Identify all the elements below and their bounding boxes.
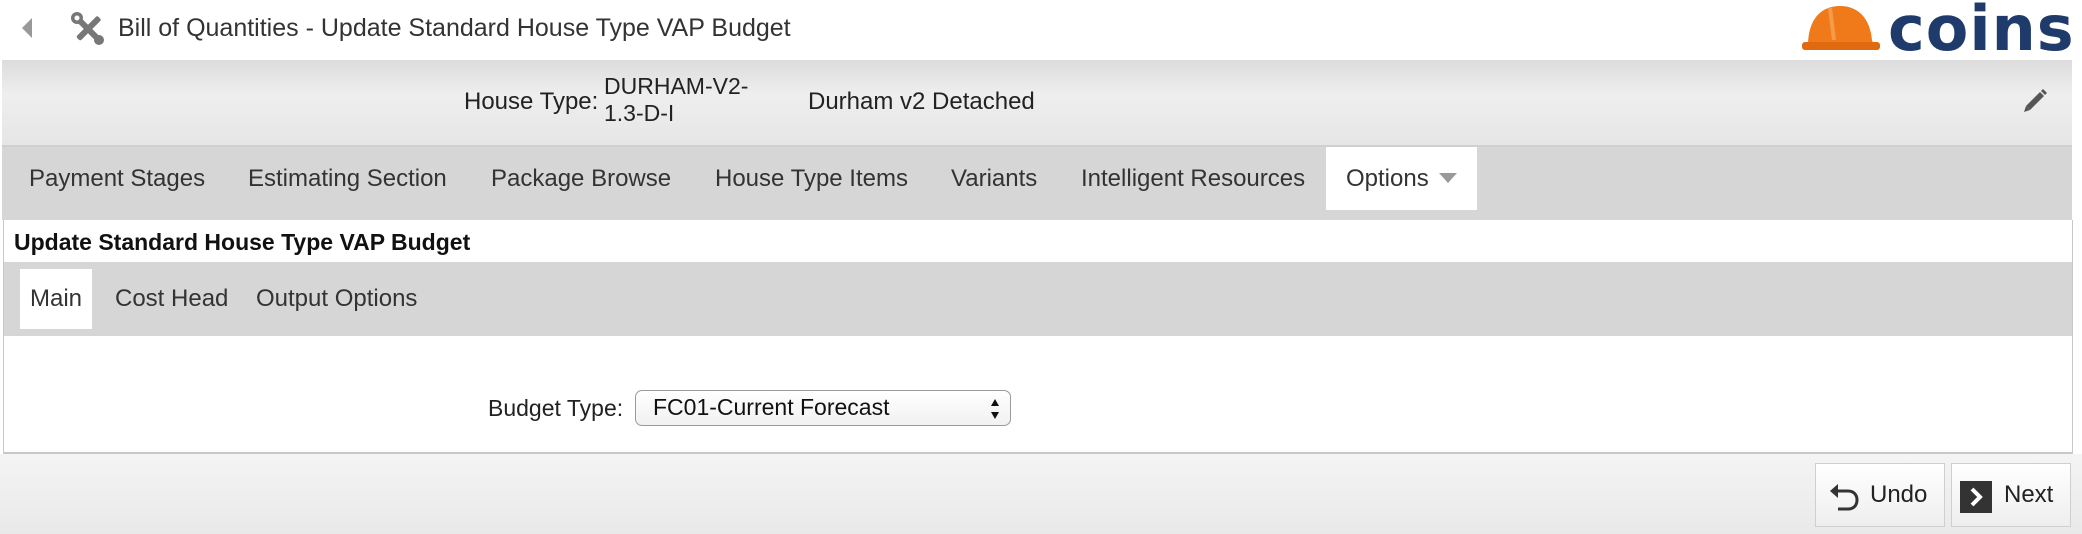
subtab-cost-head[interactable]: Cost Head xyxy=(115,269,228,329)
select-arrows-icon xyxy=(991,399,999,419)
tab-options[interactable]: Options xyxy=(1326,147,1477,210)
app-title: Bill of Quantities - Update Standard Hou… xyxy=(118,14,791,42)
subtab-main[interactable]: Main xyxy=(20,269,93,329)
sub-tab-bar: Main Cost Head Output Options xyxy=(4,262,2072,336)
tab-payment-stages[interactable]: Payment Stages xyxy=(29,147,205,210)
tab-options-label: Options xyxy=(1346,165,1429,192)
tools-icon xyxy=(71,12,104,45)
tab-variants[interactable]: Variants xyxy=(951,147,1037,210)
coins-logo: coins xyxy=(1800,0,2074,65)
house-type-name: Durham v2 Detached xyxy=(808,88,1035,115)
pencil-icon[interactable] xyxy=(2020,86,2050,116)
brand-name: coins xyxy=(1888,0,2075,65)
main-tab-bar: Payment Stages Estimating Section Packag… xyxy=(2,147,2072,220)
house-type-header: House Type: DURHAM-V2-1.3-D-I Durham v2 … xyxy=(2,60,2072,147)
update-budget-section: Update Standard House Type VAP Budget Ma… xyxy=(3,220,2073,454)
title-bar: Bill of Quantities - Update Standard Hou… xyxy=(0,0,2082,65)
tab-estimating-section[interactable]: Estimating Section xyxy=(248,147,447,210)
section-title: Update Standard House Type VAP Budget xyxy=(14,229,471,255)
house-type-label: House Type: xyxy=(464,88,599,115)
undo-label: Undo xyxy=(1870,481,1928,508)
tab-package-browse[interactable]: Package Browse xyxy=(491,147,671,210)
subtab-output-options[interactable]: Output Options xyxy=(256,269,417,329)
budget-type-label: Budget Type: xyxy=(488,395,624,421)
undo-button[interactable]: Undo xyxy=(1815,463,1945,527)
chevron-down-icon xyxy=(1438,172,1457,183)
next-icon xyxy=(1960,481,1992,513)
tab-intelligent-resources[interactable]: Intelligent Resources xyxy=(1081,147,1305,210)
budget-type-value: FC01-Current Forecast xyxy=(653,394,890,420)
back-arrow-icon[interactable] xyxy=(20,16,34,40)
next-button[interactable]: Next xyxy=(1951,463,2071,527)
budget-type-select[interactable]: FC01-Current Forecast xyxy=(635,390,1011,426)
undo-icon xyxy=(1830,484,1859,511)
hard-hat-icon xyxy=(1802,6,1880,50)
house-type-code: DURHAM-V2-1.3-D-I xyxy=(604,73,749,126)
tab-house-type-items[interactable]: House Type Items xyxy=(715,147,908,210)
next-label: Next xyxy=(2004,481,2054,508)
footer-bar: Undo Next xyxy=(0,454,2082,534)
